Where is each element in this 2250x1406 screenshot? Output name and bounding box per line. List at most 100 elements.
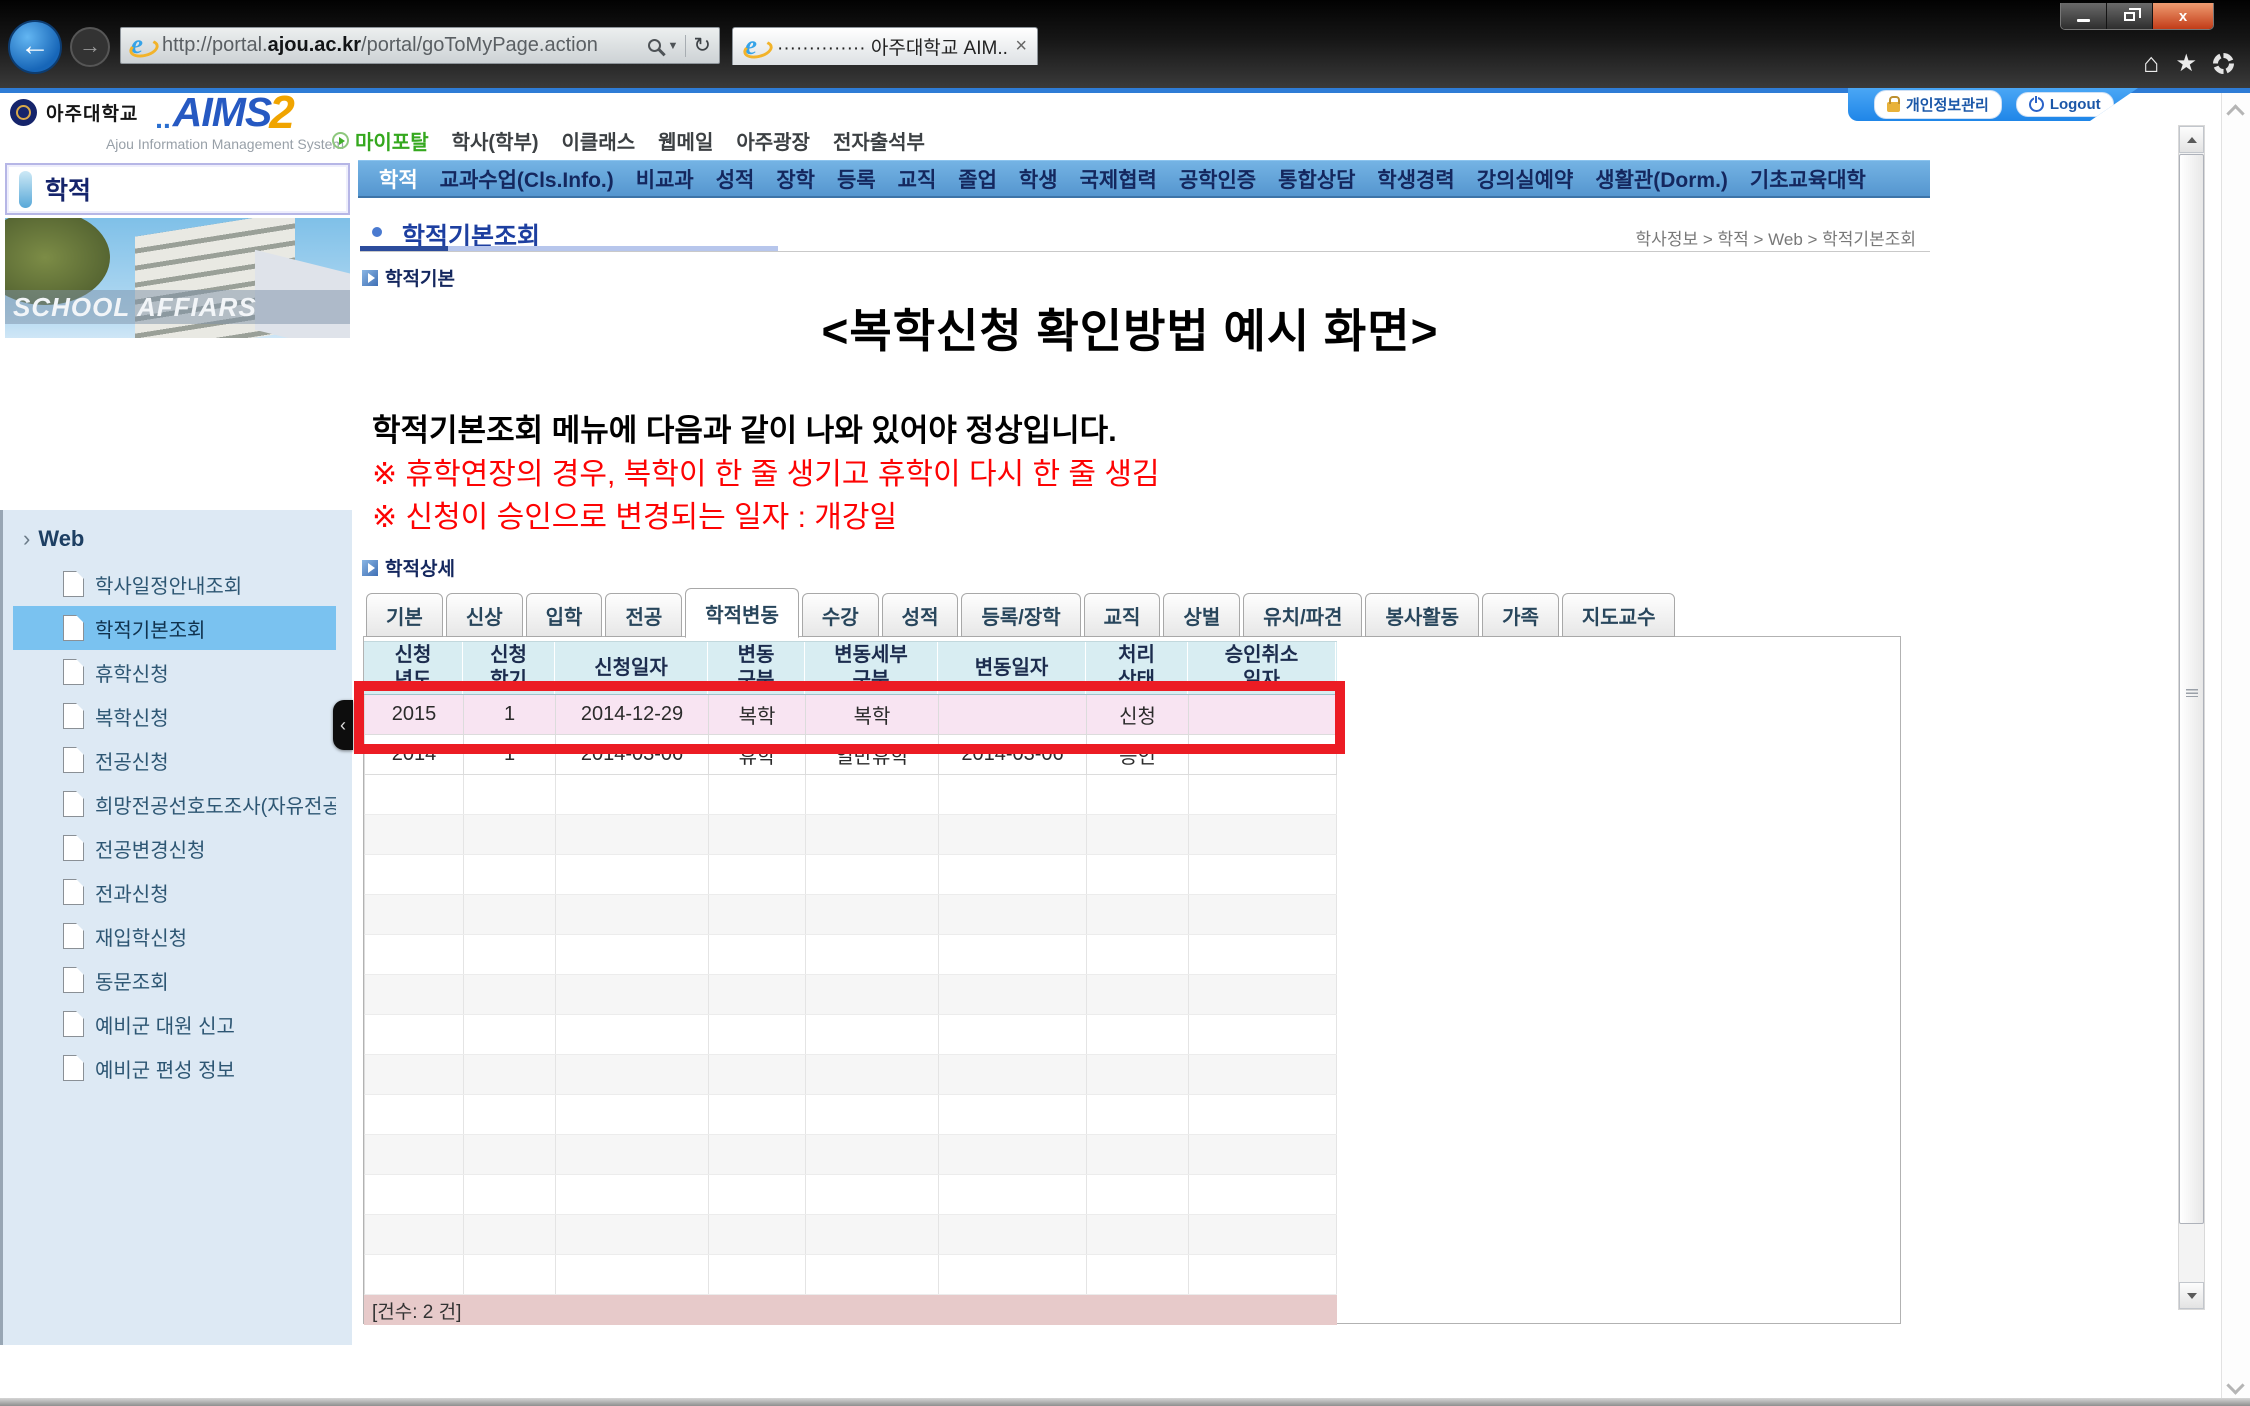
settings-gear-icon[interactable]	[2213, 53, 2234, 74]
table-cell	[556, 1015, 709, 1054]
sidebar-item[interactable]: 전공변경신청	[13, 826, 336, 870]
nav-item[interactable]: 성적	[705, 164, 766, 194]
document-icon	[63, 1055, 84, 1081]
nav-item[interactable]: 학생경력	[1366, 164, 1465, 194]
nav-item[interactable]: 학적	[368, 164, 429, 194]
tab[interactable]: 신상	[446, 593, 523, 637]
nav-item[interactable]: 학생	[1008, 164, 1069, 194]
sidebar-item-label: 희망전공선호도조사(자유전공학부)	[95, 790, 336, 819]
nav-item[interactable]: 등록	[826, 164, 887, 194]
sidebar-item[interactable]: 전과신청	[13, 870, 336, 914]
browser-tab[interactable]: e ·············· 아주대학교 AIM... ×	[732, 27, 1038, 65]
back-button[interactable]: ←	[8, 20, 62, 74]
tab[interactable]: 상벌	[1163, 593, 1240, 637]
nav-item[interactable]: 공학인증	[1168, 164, 1267, 194]
dropdown-icon[interactable]: ▼	[668, 40, 679, 52]
table-cell	[1087, 1015, 1189, 1054]
collapse-arrow-icon: ‹	[340, 715, 346, 736]
aims-logo[interactable]: .. AIMS 2 Ajou Information Management Sy…	[95, 92, 355, 152]
scrollbar-thumb[interactable]	[2179, 154, 2204, 1224]
power-icon	[2029, 97, 2044, 112]
scroll-up-button[interactable]	[2179, 126, 2204, 153]
browser-chrome: x ← → e http://portal.ajou.ac.kr/portal/…	[0, 0, 2250, 88]
sidebar-item-label: 재입학신청	[95, 922, 187, 951]
tab[interactable]: 기본	[366, 593, 443, 637]
logout-button[interactable]: Logout	[2016, 92, 2114, 117]
chevron-down-icon[interactable]	[2226, 1376, 2244, 1394]
sidebar-item[interactable]: 복학신청	[13, 694, 336, 738]
forward-button[interactable]: →	[70, 27, 110, 67]
favorites-star-icon[interactable]: ★	[2175, 52, 2197, 76]
sidebar-item[interactable]: 전공신청	[13, 738, 336, 782]
nav-item[interactable]: 국제협력	[1069, 164, 1168, 194]
sidebar-item[interactable]: 희망전공선호도조사(자유전공학부)	[13, 782, 336, 826]
tab[interactable]: 수강	[802, 593, 879, 637]
table-cell: 1	[464, 695, 556, 734]
nav-item[interactable]: 장학	[765, 164, 826, 194]
sidebar-item-label: 학사일정안내조회	[95, 570, 242, 599]
privacy-settings-button[interactable]: 개인정보관리	[1874, 90, 2002, 119]
nav-item[interactable]: 생활관(Dorm.)	[1584, 164, 1739, 194]
tab[interactable]: 유치/파견	[1243, 593, 1362, 637]
search-icon[interactable]	[648, 39, 661, 52]
top-link[interactable]: 웹메일	[658, 126, 713, 155]
nav-item[interactable]: 비교과	[625, 164, 705, 194]
tab[interactable]: 지도교수	[1562, 593, 1676, 637]
top-link[interactable]: 아주광장	[736, 126, 810, 155]
sidebar-item[interactable]: 동문조회	[13, 958, 336, 1002]
restore-button[interactable]	[2107, 3, 2153, 29]
sidebar-title-box: 학적	[5, 163, 350, 215]
home-icon[interactable]: ⌂	[2143, 50, 2159, 77]
table-row-empty	[364, 775, 1337, 815]
tab[interactable]: 전공	[605, 593, 682, 637]
tab[interactable]: 봉사활동	[1365, 593, 1479, 637]
sidebar-item[interactable]: 예비군 편성 정보	[13, 1046, 336, 1090]
sidebar-collapse-handle[interactable]: ‹	[333, 700, 353, 750]
nav-item[interactable]: 교직	[887, 164, 948, 194]
tab[interactable]: 교직	[1084, 593, 1161, 637]
sidebar-item-label: 전과신청	[95, 878, 169, 907]
tab[interactable]: 학적변동	[685, 588, 799, 638]
top-link[interactable]: 전자출석부	[833, 126, 925, 155]
table-row-empty	[364, 1095, 1337, 1135]
tab[interactable]: 등록/장학	[961, 593, 1080, 637]
sidebar-item[interactable]: 재입학신청	[13, 914, 336, 958]
chevron-up-icon[interactable]	[2226, 104, 2244, 122]
tab[interactable]: 입학	[526, 593, 603, 637]
top-link[interactable]: 학사(학부)	[452, 126, 539, 155]
window-controls: x	[2060, 3, 2214, 30]
table-cell	[709, 855, 806, 894]
table-row[interactable]: 201412014-03-06휴학일반휴학2014-03-06승인	[364, 735, 1337, 775]
nav-item[interactable]: 교과수업(Cls.Info.)	[429, 164, 625, 194]
sidebar-item[interactable]: 학사일정안내조회	[13, 562, 336, 606]
nav-item[interactable]: 졸업	[947, 164, 1008, 194]
sidebar-item[interactable]: 학적기본조회	[13, 606, 336, 650]
refresh-icon[interactable]: ↻	[693, 33, 711, 58]
close-window-button[interactable]: x	[2153, 3, 2213, 29]
nav-item[interactable]: 기초교육대학	[1739, 164, 1877, 194]
table-cell	[1189, 1215, 1337, 1254]
url-text: http://portal.ajou.ac.kr/portal/goToMyPa…	[162, 34, 598, 57]
table-row[interactable]: 201512014-12-29복학복학신청	[364, 695, 1337, 735]
nav-item[interactable]: 통합상담	[1267, 164, 1366, 194]
close-tab-icon[interactable]: ×	[1015, 35, 1027, 58]
table-cell: 일반휴학	[806, 735, 939, 774]
table-cell	[464, 1135, 556, 1174]
table-cell	[1087, 815, 1189, 854]
sidebar-item[interactable]: 예비군 대원 신고	[13, 1002, 336, 1046]
table-cell	[709, 1015, 806, 1054]
sidebar-item[interactable]: 휴학신청	[13, 650, 336, 694]
table-row-empty	[364, 1255, 1337, 1295]
minimize-button[interactable]	[2061, 3, 2107, 29]
tab[interactable]: 성적	[882, 593, 959, 637]
table-cell: 2015	[365, 695, 464, 734]
sidebar-item-label: 예비군 대원 신고	[95, 1010, 235, 1039]
sidebar-group-web[interactable]: › Web	[3, 510, 352, 552]
address-bar[interactable]: e http://portal.ajou.ac.kr/portal/goToMy…	[120, 27, 720, 64]
tab[interactable]: 가족	[1482, 593, 1559, 637]
top-link[interactable]: 마이포탈	[332, 126, 429, 155]
scroll-down-button[interactable]	[2179, 1282, 2204, 1309]
table-cell	[464, 815, 556, 854]
nav-item[interactable]: 강의실예약	[1466, 164, 1585, 194]
top-link[interactable]: 이클래스	[562, 126, 636, 155]
